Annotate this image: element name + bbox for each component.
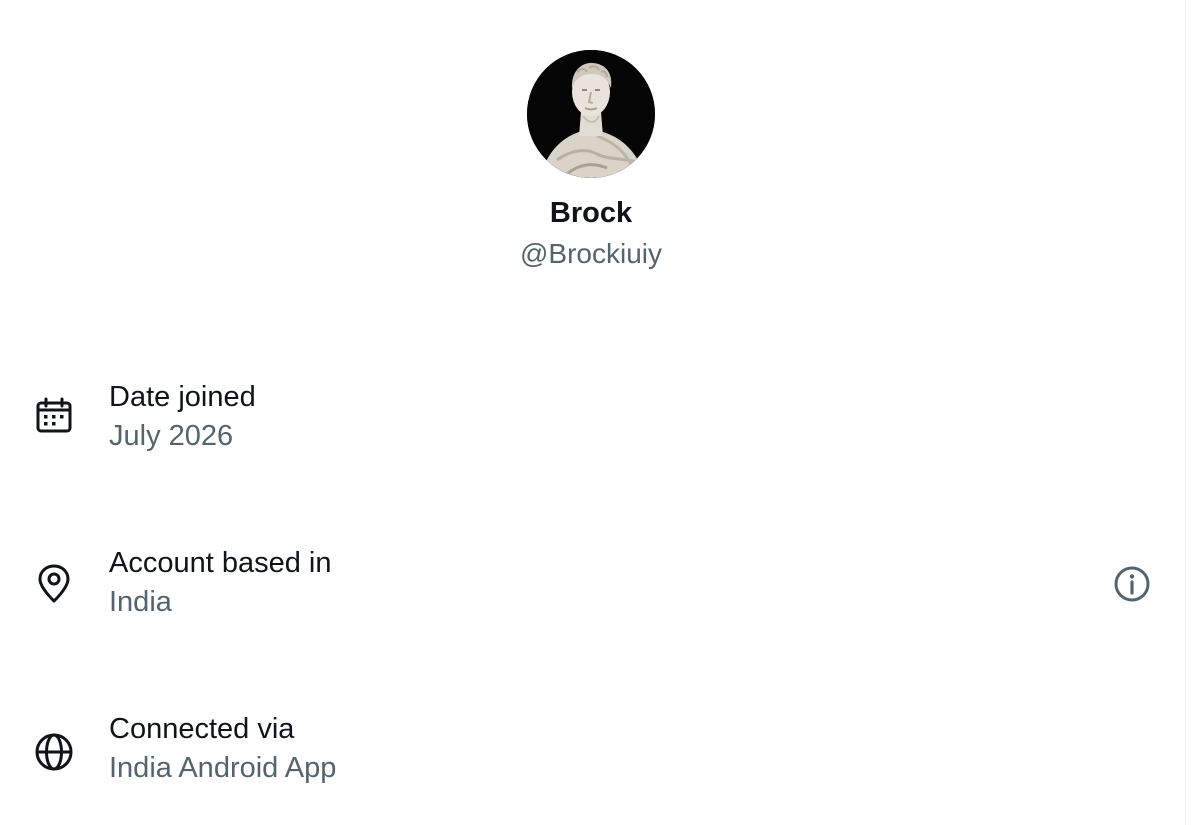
- column-divider: [1185, 0, 1186, 825]
- globe-icon: [35, 733, 73, 771]
- date-joined-value: July 2026: [109, 420, 234, 452]
- avatar-bust-image: [527, 50, 655, 178]
- display-name: Brock: [549, 197, 633, 229]
- connected-via-label: Connected via: [109, 713, 295, 745]
- calendar-icon: [36, 397, 72, 433]
- date-joined-row: Date joined July 2026: [0, 378, 1182, 468]
- info-icon[interactable]: [1112, 564, 1152, 604]
- account-info-page: Brock @Brockiuiy Date joined July 2026 A…: [0, 0, 1200, 825]
- username-handle: @Brockiuiy: [519, 238, 662, 269]
- avatar[interactable]: [527, 50, 655, 178]
- date-joined-label: Date joined: [109, 381, 256, 413]
- account-based-in-row: Account based in India: [0, 544, 1182, 634]
- connected-via-value: India Android App: [109, 752, 337, 784]
- account-based-in-value: India: [109, 586, 172, 618]
- account-based-in-label: Account based in: [109, 547, 332, 579]
- connected-via-row: Connected via India Android App: [0, 710, 1182, 800]
- location-pin-icon: [38, 564, 70, 603]
